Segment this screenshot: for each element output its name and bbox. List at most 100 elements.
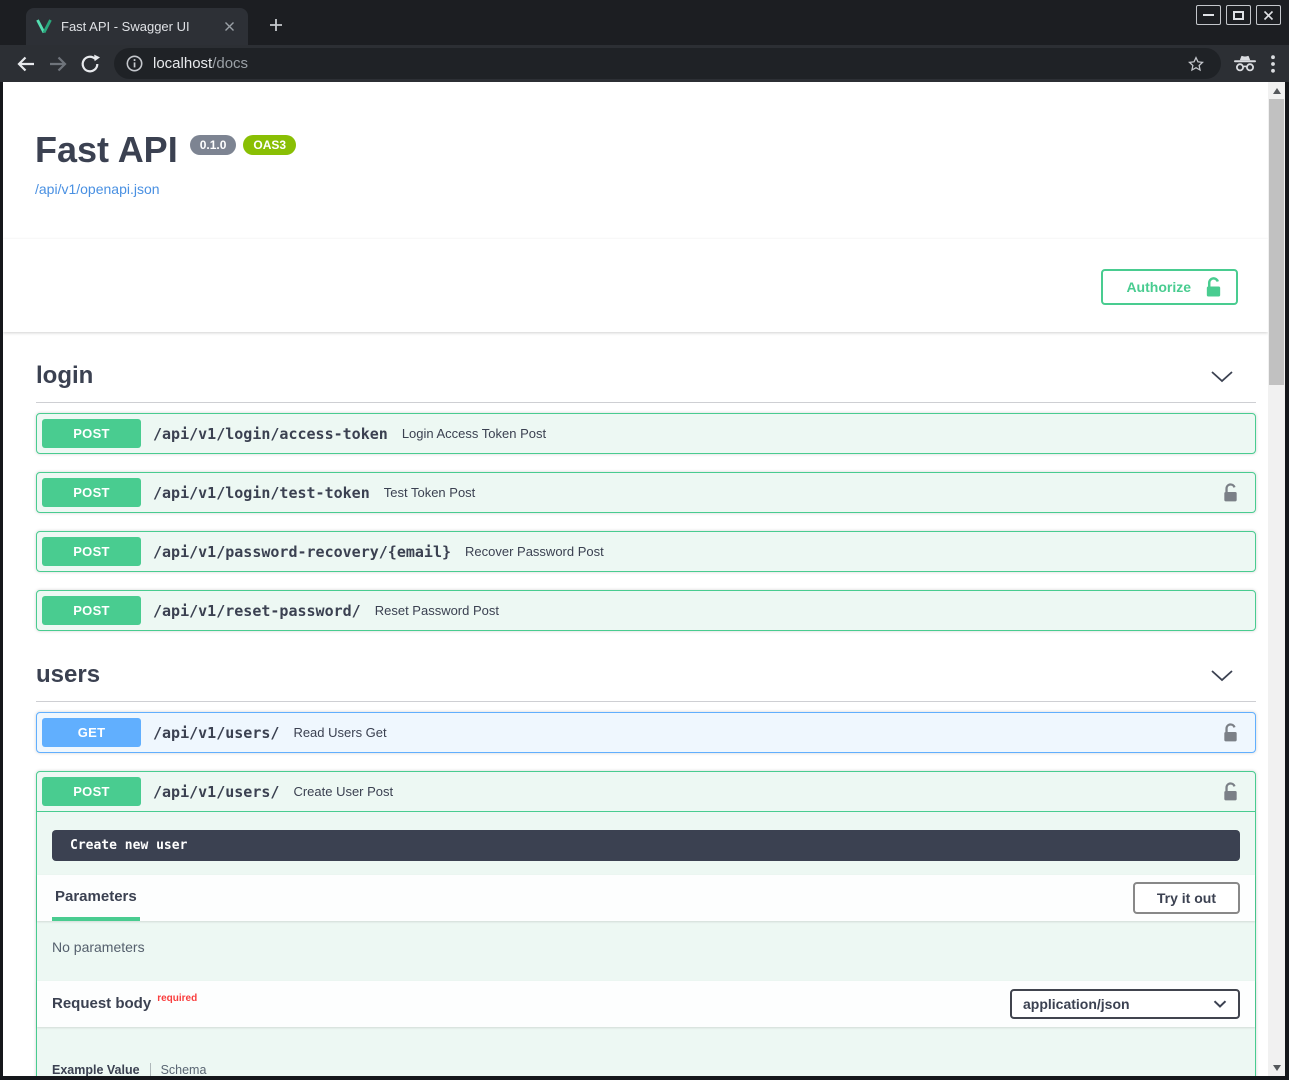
tag-header-login[interactable]: login	[36, 356, 1256, 403]
menu-dots-icon[interactable]	[1271, 55, 1275, 73]
auth-padlock-button[interactable]	[1223, 483, 1238, 502]
scheme-container: Authorize	[3, 239, 1268, 332]
close-button[interactable]	[1256, 5, 1281, 25]
oas3-badge: OAS3	[243, 135, 296, 155]
browser-window: Fast API - Swagger UI	[0, 0, 1289, 1080]
request-body-label: Request body	[52, 995, 151, 1012]
titlebar: Fast API - Swagger UI	[0, 0, 1289, 45]
tab-close-icon[interactable]	[220, 18, 238, 36]
request-body-header: Request body required application/json	[37, 981, 1255, 1027]
tab-schema[interactable]: Schema	[161, 1063, 207, 1076]
scrollbar-down-arrow[interactable]	[1268, 1059, 1285, 1076]
opblock-summary[interactable]: POST /api/v1/login/access-token Login Ac…	[37, 414, 1255, 453]
method-badge: POST	[42, 777, 141, 806]
method-badge: POST	[42, 596, 141, 625]
authorize-label: Authorize	[1126, 279, 1191, 295]
bookmark-star-icon[interactable]	[1183, 51, 1209, 77]
required-label: required	[157, 993, 197, 1004]
auth-padlock-button[interactable]	[1223, 723, 1238, 742]
endpoint-path: /api/v1/users/	[153, 783, 279, 801]
endpoint-summary: Create User Post	[293, 784, 393, 799]
endpoint-description: Create new user	[52, 830, 1240, 861]
opblock-login-test-token: POST /api/v1/login/test-token Test Token…	[36, 472, 1256, 513]
back-arrow-icon	[16, 55, 36, 73]
method-badge: POST	[42, 419, 141, 448]
endpoint-summary: Test Token Post	[384, 485, 476, 500]
tab-example-value[interactable]: Example Value	[52, 1063, 140, 1076]
refresh-button[interactable]	[74, 48, 106, 80]
endpoint-summary: Recover Password Post	[465, 544, 604, 559]
site-info-icon[interactable]	[126, 55, 143, 72]
incognito-icon	[1233, 55, 1257, 72]
unlocked-padlock-icon	[1223, 723, 1238, 742]
tag-name: login	[36, 362, 93, 390]
unlocked-padlock-icon	[1223, 483, 1238, 502]
endpoint-path: /api/v1/login/access-token	[153, 425, 388, 443]
tag-header-users[interactable]: users	[36, 655, 1256, 702]
minimize-icon	[1203, 14, 1214, 16]
page-scrollbar[interactable]	[1268, 82, 1285, 1076]
opblock-summary[interactable]: POST /api/v1/users/ Create User Post	[37, 772, 1255, 812]
favicon-v-logo-icon	[36, 19, 52, 34]
refresh-icon	[80, 54, 100, 74]
tab-divider	[150, 1063, 151, 1076]
content-type-select[interactable]: application/json	[1010, 989, 1240, 1019]
opblock-reset-password: POST /api/v1/reset-password/ Reset Passw…	[36, 590, 1256, 631]
version-badge: 0.1.0	[190, 135, 237, 155]
method-badge: POST	[42, 478, 141, 507]
openapi-spec-link[interactable]: /api/v1/openapi.json	[35, 181, 160, 197]
forward-button[interactable]	[42, 48, 74, 80]
opblock-login-access-token: POST /api/v1/login/access-token Login Ac…	[36, 413, 1256, 454]
try-it-out-button[interactable]: Try it out	[1133, 882, 1240, 914]
api-info: Fast API 0.1.0 OAS3 /api/v1/openapi.json	[3, 82, 1268, 199]
endpoint-path: /api/v1/login/test-token	[153, 484, 370, 502]
unlocked-padlock-icon	[1223, 782, 1238, 801]
endpoint-path: /api/v1/password-recovery/{email}	[153, 543, 451, 561]
auth-padlock-button[interactable]	[1223, 782, 1238, 801]
opblock-create-user: POST /api/v1/users/ Create User Post	[36, 771, 1256, 1076]
maximize-button[interactable]	[1226, 5, 1251, 25]
page-viewport: Fast API 0.1.0 OAS3 /api/v1/openapi.json…	[3, 82, 1285, 1076]
forward-arrow-icon	[48, 55, 68, 73]
endpoint-path: /api/v1/reset-password/	[153, 602, 361, 620]
toolbar-right	[1233, 55, 1275, 73]
tab-title: Fast API - Swagger UI	[61, 19, 220, 34]
opblock-summary[interactable]: POST /api/v1/login/test-token Test Token…	[37, 473, 1255, 512]
back-button[interactable]	[10, 48, 42, 80]
close-icon	[1263, 10, 1274, 21]
content-type-selected: application/json	[1023, 996, 1130, 1012]
opblock-body: Create new user Parameters Try it out No…	[37, 830, 1255, 1076]
minimize-button[interactable]	[1196, 5, 1221, 25]
opblock-password-recovery: POST /api/v1/password-recovery/{email} R…	[36, 531, 1256, 572]
scrollbar-thumb[interactable]	[1269, 99, 1284, 385]
parameters-tab[interactable]: Parameters	[52, 875, 140, 921]
browser-tab[interactable]: Fast API - Swagger UI	[26, 8, 248, 45]
browser-toolbar: localhost/docs	[0, 45, 1289, 82]
endpoint-path: /api/v1/users/	[153, 724, 279, 742]
new-tab-plus-icon[interactable]	[264, 13, 288, 37]
method-badge: GET	[42, 718, 141, 747]
chevron-down-icon[interactable]	[1210, 370, 1234, 383]
url-host: localhost	[153, 55, 212, 72]
endpoint-summary: Login Access Token Post	[402, 426, 546, 441]
chevron-down-icon[interactable]	[1210, 669, 1234, 682]
authorize-button[interactable]: Authorize	[1101, 269, 1238, 305]
opblock-summary[interactable]: GET /api/v1/users/ Read Users Get	[37, 713, 1255, 752]
window-controls	[1196, 5, 1281, 25]
example-tabs: Example Value Schema	[52, 1063, 1240, 1076]
opblock-summary[interactable]: POST /api/v1/reset-password/ Reset Passw…	[37, 591, 1255, 630]
unlocked-padlock-icon	[1205, 277, 1222, 297]
address-bar[interactable]: localhost/docs	[114, 48, 1221, 79]
tag-name: users	[36, 661, 100, 689]
opblock-summary[interactable]: POST /api/v1/password-recovery/{email} R…	[37, 532, 1255, 571]
chevron-down-icon	[1213, 1000, 1227, 1008]
model-example: Example Value Schema {	[52, 1063, 1240, 1076]
scrollbar-up-arrow[interactable]	[1268, 82, 1285, 99]
no-parameters-text: No parameters	[37, 921, 1255, 981]
parameters-header: Parameters Try it out	[37, 875, 1255, 921]
url-text[interactable]: localhost/docs	[153, 55, 1183, 72]
endpoint-summary: Read Users Get	[293, 725, 386, 740]
page-title: Fast API	[35, 132, 178, 168]
url-path: /docs	[212, 55, 248, 72]
tag-section-users: users GET /api/v1/users/ Read Users Get	[36, 655, 1256, 1076]
